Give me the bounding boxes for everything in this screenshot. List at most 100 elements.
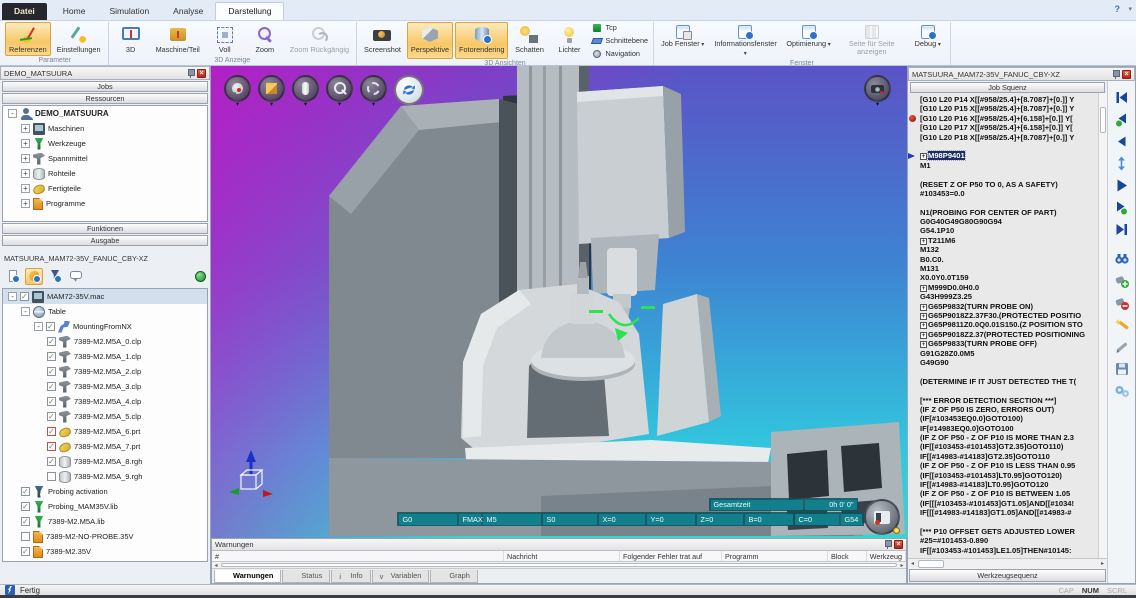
close-icon[interactable]: × (894, 540, 903, 549)
item-checkbox[interactable] (47, 472, 56, 481)
expand-box-icon[interactable] (920, 332, 927, 339)
gcode-line[interactable]: (IF[[[#103453-#101453]GT1.05]AND[[#1034! (920, 499, 1098, 508)
tree-item[interactable]: Spannmittel (3, 151, 207, 166)
tree-item[interactable]: Table (3, 304, 207, 319)
expander-icon[interactable] (34, 322, 43, 331)
item-checkbox[interactable] (47, 352, 56, 361)
einstellungen-button[interactable]: Einstellungen (53, 22, 105, 56)
scroll-right-icon[interactable]: ▸ (1098, 560, 1107, 568)
save-sequence-button[interactable] (1113, 361, 1131, 377)
scroll-right-icon[interactable]: ▸ (898, 563, 906, 567)
gcode-line[interactable] (920, 367, 1098, 376)
tree-item[interactable]: 7389-M2.M5A_9.rgh (3, 469, 207, 484)
gcode-line[interactable]: IF[#14983EQ0.0]GOTO100 (920, 424, 1098, 433)
close-icon[interactable]: × (1122, 70, 1131, 79)
ressourcen-section-button[interactable]: Ressourcen (2, 93, 208, 104)
item-checkbox[interactable] (47, 397, 56, 406)
expander-icon[interactable] (21, 154, 30, 163)
gcode-line[interactable]: M131 (920, 264, 1098, 273)
gcode-line[interactable] (920, 386, 1098, 395)
ribbon-tab[interactable]: Simulation (97, 3, 161, 20)
scrollbar-thumb[interactable] (918, 560, 944, 568)
gcode-line[interactable]: (DETERMINE IF IT JUST DETECTED THE T( (920, 377, 1098, 386)
gcode-line[interactable]: (IF Z OF P50 - Z OF P10 IS BETWEEN 1.05 (920, 489, 1098, 498)
ribbon-tab[interactable]: Analyse (161, 3, 215, 20)
item-checkbox[interactable] (47, 337, 56, 346)
skip-to-end-button[interactable] (1113, 221, 1131, 237)
job-fenster-button[interactable]: Job Fenster (657, 22, 708, 59)
informationsfenster-button[interactable]: Informationsfenster (710, 22, 780, 59)
tree-item[interactable]: Rohteile (3, 166, 207, 181)
expander-icon[interactable] (21, 139, 30, 148)
tcp-toggle[interactable]: Tcp (592, 22, 648, 33)
part-display-button[interactable] (25, 268, 43, 285)
ribbon-tab[interactable]: Home (51, 3, 98, 20)
tree-item[interactable]: 7389-M2-NO-PROBE.35V (3, 529, 207, 544)
play-to-breakpoint-button[interactable] (1113, 199, 1131, 215)
scrollbar-thumb[interactable] (1100, 107, 1106, 133)
dropdown-caret-icon[interactable]: ▾ (338, 102, 341, 108)
gcode-line[interactable]: IF[[#14983-#14183]LT0.95]GOTO120 (920, 480, 1098, 489)
gcode-line[interactable]: G54.1P10 (920, 226, 1098, 235)
scroll-left-icon[interactable]: ◂ (212, 563, 220, 567)
column-header[interactable]: Block (828, 551, 867, 561)
gcode-line[interactable]: M1 (920, 161, 1098, 170)
zoom-tools-button[interactable]: ▾ (326, 75, 353, 108)
expander-icon[interactable] (21, 307, 30, 316)
column-header[interactable]: Programm (722, 551, 828, 561)
expand-box-icon[interactable] (920, 313, 927, 320)
code-vscrollbar[interactable] (1098, 93, 1107, 558)
expand-box-icon[interactable] (920, 322, 927, 329)
dropdown-caret-icon[interactable]: ▾ (372, 102, 375, 108)
3d-button[interactable]: 3D (112, 22, 150, 56)
tree-item[interactable]: Werkzeuge (3, 136, 207, 151)
referenzen-button[interactable]: Referenzen (5, 22, 51, 56)
item-checkbox[interactable] (47, 367, 56, 376)
screenshot-button[interactable]: Screenshot (360, 22, 405, 59)
step-back-button[interactable] (1113, 133, 1131, 149)
play-button[interactable] (1113, 177, 1131, 193)
comments-button[interactable] (67, 268, 85, 285)
item-checkbox[interactable] (21, 502, 30, 511)
expander-icon[interactable] (21, 124, 30, 133)
scroll-left-icon[interactable]: ◂ (908, 560, 917, 568)
camera-views-button[interactable]: ▾ (864, 75, 891, 108)
gcode-line[interactable]: IF[[#103453-#101453]LE1.05]THEN#10145: (920, 546, 1098, 555)
gcode-line[interactable]: (IF[[#103453-#101453]GT2.35]GOTO110) (920, 442, 1098, 451)
edit-with-wizard-button[interactable] (1113, 317, 1131, 333)
zoom-button[interactable]: Zoom (246, 22, 284, 56)
stock-view-button[interactable]: ▾ (292, 75, 319, 108)
pin-icon[interactable] (1112, 70, 1119, 79)
gcode-listing[interactable]: [G10 L20 P14 X[[#958/25.4]+[8.7087]+[0.]… (908, 93, 1098, 558)
machine-control-button[interactable] (864, 499, 900, 535)
item-checkbox[interactable] (21, 532, 30, 541)
edit-pencil-button[interactable] (1113, 339, 1131, 355)
tree-item[interactable]: MountingFromNX (3, 319, 207, 334)
gcode-line[interactable]: G65P9811Z0.0Q0.01S150.(Z POSITION STO (920, 320, 1098, 329)
tree-item[interactable]: Probing_MAM35V.lib (3, 499, 207, 514)
gcode-line[interactable]: T211M6 (920, 236, 1098, 245)
fotorendering-button[interactable]: Fotorendering (455, 22, 508, 59)
maschine-teil-button[interactable]: Maschine/Teil (152, 22, 204, 56)
tree-item[interactable]: 7389-M2.M5A.lib (3, 514, 207, 529)
render-mode-button[interactable]: ▾ (258, 75, 285, 108)
item-checkbox[interactable] (47, 442, 56, 451)
zoom-rueckgaengig-button[interactable]: Zoom Rückgängig (286, 22, 353, 56)
dropdown-caret-icon[interactable]: ▾ (236, 102, 239, 108)
item-checkbox[interactable] (46, 322, 55, 331)
gcode-line[interactable]: [G10 L20 P15 X[[#958/25.4]+[8.7087]+[0.]… (920, 104, 1098, 113)
ausgabe-section-button[interactable]: Ausgabe (2, 235, 208, 246)
expand-box-icon[interactable] (920, 238, 927, 245)
tree-item[interactable]: 7389-M2.M5A_7.prt (3, 439, 207, 454)
gcode-line[interactable]: #25=#101453-0.890 (920, 536, 1098, 545)
column-header[interactable]: Werkzeug (867, 551, 906, 561)
dropdown-caret-icon[interactable]: ▾ (270, 102, 273, 108)
item-checkbox[interactable] (47, 427, 56, 436)
item-checkbox[interactable] (47, 382, 56, 391)
gcode-line[interactable] (920, 198, 1098, 207)
sequence-settings-button[interactable] (1113, 383, 1131, 399)
gcode-line[interactable]: [G10 L20 P16 X[[#958/25.4]+[6.158]+[0.]]… (920, 114, 1098, 123)
gcode-line[interactable]: (IF Z OF P50 - Z OF P10 IS MORE THAN 2.3 (920, 433, 1098, 442)
werkzeugsequenz-button[interactable]: Werkzeugsequenz (909, 569, 1106, 582)
expand-box-icon[interactable] (920, 304, 927, 311)
